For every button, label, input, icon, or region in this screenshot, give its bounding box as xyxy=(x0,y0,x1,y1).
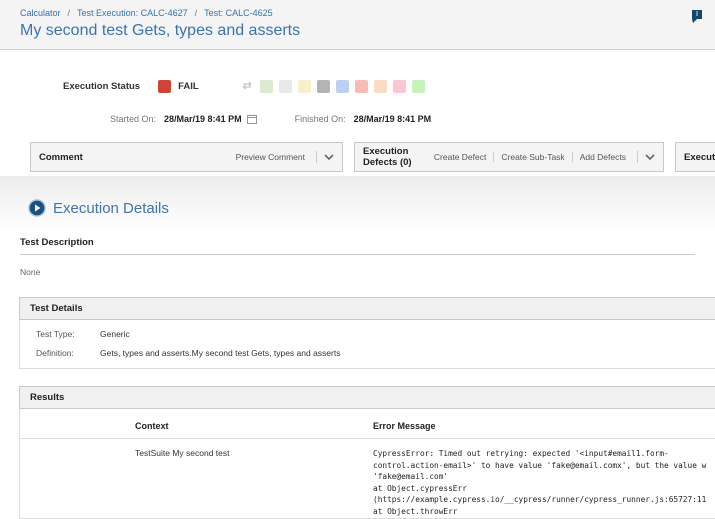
execution-defects-title: Execution Defects (0) xyxy=(363,146,413,168)
page-header: Calculator / Test Execution: CALC-4627 /… xyxy=(0,0,715,50)
status-option-swatch[interactable] xyxy=(279,80,292,93)
status-option-swatch[interactable] xyxy=(355,80,368,93)
status-option-swatch[interactable] xyxy=(393,80,406,93)
test-type-label: Test Type: xyxy=(20,329,100,339)
breadcrumb-separator: / xyxy=(195,8,198,18)
finished-on-value: 28/Mar/19 8:41 PM xyxy=(354,114,432,124)
result-error-message: CypressError: Timed out retrying: expect… xyxy=(373,448,715,518)
pin-icon[interactable] xyxy=(690,9,703,24)
panels-row: Comment Preview Comment Execution Defect… xyxy=(30,142,715,172)
definition-label: Definition: xyxy=(20,348,100,358)
page-title: My second test Gets, types and asserts xyxy=(20,22,695,40)
results-table: Context Error Message TestSuite My secon… xyxy=(20,421,715,518)
results-panel-title: Results xyxy=(19,386,715,409)
status-fail-swatch xyxy=(158,80,171,93)
started-on-value: 28/Mar/19 8:41 PM xyxy=(164,114,242,124)
execution-status-label: Execution Status xyxy=(63,81,140,92)
create-sub-task-button[interactable]: Create Sub-Task xyxy=(493,152,571,162)
status-option-swatch[interactable] xyxy=(317,80,330,93)
comment-panel-header: Comment Preview Comment xyxy=(30,142,343,172)
add-defects-button[interactable]: Add Defects xyxy=(572,152,633,162)
definition-value: Gets, types and asserts.My second test G… xyxy=(100,348,340,358)
status-option-swatch[interactable] xyxy=(260,80,273,93)
chevron-down-icon[interactable] xyxy=(324,154,334,160)
panel-separator xyxy=(316,151,317,163)
breadcrumb-test-link[interactable]: Test: CALC-4625 xyxy=(204,8,273,18)
test-details-panel-title: Test Details xyxy=(19,297,715,320)
definition-row: Definition: Gets, types and asserts.My s… xyxy=(20,348,715,358)
breadcrumb-test-execution-link[interactable]: Test Execution: CALC-4627 xyxy=(77,8,188,18)
chevron-down-icon[interactable] xyxy=(645,154,655,160)
test-type-value: Generic xyxy=(100,329,130,339)
play-icon xyxy=(28,199,46,217)
status-option-swatch[interactable] xyxy=(412,80,425,93)
context-column-header: Context xyxy=(20,421,373,439)
execution-details-heading: Execution Details xyxy=(28,199,715,217)
status-option-swatch[interactable] xyxy=(298,80,311,93)
breadcrumb: Calculator / Test Execution: CALC-4627 /… xyxy=(20,8,695,18)
execution-details-heading-text: Execution Details xyxy=(53,200,169,217)
status-option-swatch[interactable] xyxy=(336,80,349,93)
xray-test-execution-page: { "header": { "breadcrumb": [ { "label":… xyxy=(0,0,715,480)
execution-evidence-panel-header: Executio xyxy=(675,142,715,172)
execution-times-row: Started On: 28/Mar/19 8:41 PM Finished O… xyxy=(110,114,715,124)
breadcrumb-project-link[interactable]: Calculator xyxy=(20,8,61,18)
breadcrumb-separator: / xyxy=(68,8,71,18)
table-row: TestSuite My second test CypressError: T… xyxy=(20,439,715,518)
status-option-swatch[interactable] xyxy=(374,80,387,93)
preview-comment-button[interactable]: Preview Comment xyxy=(229,152,312,162)
create-defect-button[interactable]: Create Defect xyxy=(427,152,493,162)
status-transition-icon: ⇄ xyxy=(243,80,252,93)
execution-details-section: Execution Details Test Description None … xyxy=(0,176,715,519)
test-description-block: Test Description None xyxy=(20,237,695,277)
comment-panel-title: Comment xyxy=(39,152,83,163)
status-value: FAIL xyxy=(178,81,199,92)
calendar-icon[interactable] xyxy=(247,114,257,124)
result-context: TestSuite My second test xyxy=(135,448,373,458)
test-type-row: Test Type: Generic xyxy=(20,329,715,339)
error-message-column-header: Error Message xyxy=(373,421,715,439)
execution-status-row: Execution Status FAIL ⇄ xyxy=(63,80,715,93)
panel-separator xyxy=(637,151,638,163)
status-options xyxy=(260,80,425,93)
test-details-panel: Test Details Test Type: Generic Definiti… xyxy=(19,297,715,369)
finished-on-label: Finished On: xyxy=(295,114,346,124)
test-description-title: Test Description xyxy=(20,237,695,255)
results-panel: Results Context Error Message TestSuite … xyxy=(19,386,715,519)
execution-defects-panel-header: Execution Defects (0) Create Defect Crea… xyxy=(354,142,664,172)
started-on-label: Started On: xyxy=(110,114,156,124)
test-description-value: None xyxy=(20,267,695,277)
execution-evidence-title: Executio xyxy=(684,152,715,163)
